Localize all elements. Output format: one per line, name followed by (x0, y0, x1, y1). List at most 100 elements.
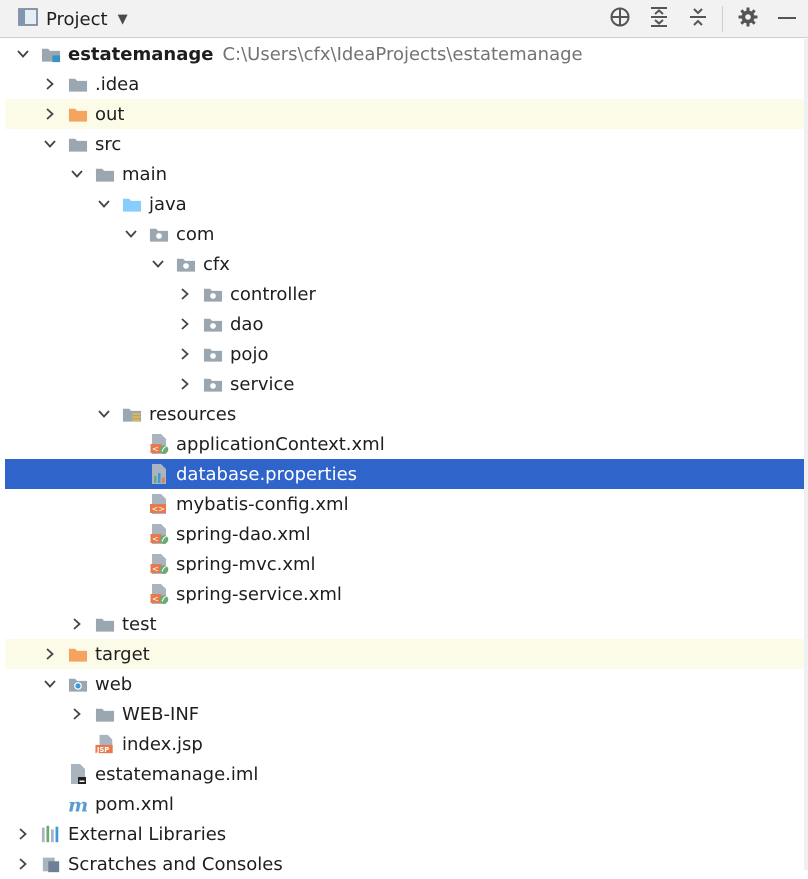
chevron-right-icon[interactable] (177, 309, 193, 339)
locate-icon (609, 6, 631, 33)
tree-row-label: src (95, 133, 122, 155)
tree-row[interactable]: < spring-dao.xml (5, 519, 805, 549)
tree-row-label: main (122, 163, 167, 185)
tree-row-label: com (176, 223, 215, 245)
tree-row[interactable]: database.properties (5, 459, 805, 489)
expand-all-icon (648, 6, 670, 33)
tree-row-label: spring-mvc.xml (176, 553, 316, 575)
tree-row[interactable]: pojo (5, 339, 805, 369)
package-icon (176, 253, 196, 275)
tree-row-label: .idea (95, 73, 140, 95)
chevron-right-icon[interactable] (69, 609, 85, 639)
vertical-scrollbar[interactable] (804, 39, 808, 870)
folder-icon (95, 703, 115, 725)
chevron-down-icon[interactable] (96, 399, 112, 429)
tree-row-label: web (95, 673, 133, 695)
tree-row[interactable]: target (5, 639, 805, 669)
tree-row[interactable]: WEB-INF (5, 699, 805, 729)
chevron-right-icon[interactable] (177, 339, 193, 369)
tree-row[interactable]: estatemanage C:\Users\cfx\IdeaProjects\es… (5, 39, 805, 69)
tree-row[interactable]: test (5, 609, 805, 639)
tree-row[interactable]: main (5, 159, 805, 189)
maven-icon: m (68, 793, 88, 815)
tree-row-label: resources (149, 403, 237, 425)
minimize-icon (776, 6, 798, 33)
module-folder-icon (41, 43, 61, 65)
project-view-selector[interactable]: Project ▼ (18, 5, 128, 33)
tree-row[interactable]: resources (5, 399, 805, 429)
chevron-right-icon[interactable] (42, 639, 58, 669)
tree-row[interactable]: < applicationContext.xml (5, 429, 805, 459)
svg-text:<: < (152, 565, 159, 574)
libraries-icon (41, 823, 61, 845)
chevron-down-icon: ▼ (117, 11, 128, 27)
tree-row[interactable]: java (5, 189, 805, 219)
tree-row[interactable]: cfx (5, 249, 805, 279)
tree-row[interactable]: dao (5, 309, 805, 339)
chevron-right-icon[interactable] (69, 699, 85, 729)
tree-row-label: applicationContext.xml (176, 433, 385, 455)
tree-row-label: Scratches and Consoles (68, 853, 283, 875)
chevron-down-icon[interactable] (123, 219, 139, 249)
chevron-down-icon[interactable] (42, 669, 58, 699)
locate-button[interactable] (608, 7, 632, 31)
chevron-right-icon[interactable] (177, 279, 193, 309)
tree-row[interactable]: controller (5, 279, 805, 309)
tree-row-label: database.properties (176, 463, 358, 485)
chevron-down-icon[interactable] (15, 39, 31, 69)
tree-row[interactable]: m pom.xml (5, 789, 805, 819)
project-view-title: Project (46, 8, 108, 30)
package-icon (149, 223, 169, 245)
tree-row[interactable]: out (5, 99, 805, 129)
chevron-right-icon[interactable] (177, 369, 193, 399)
tree-row-label: dao (230, 313, 264, 335)
chevron-right-icon[interactable] (42, 69, 58, 99)
tree-row-label: pom.xml (95, 793, 174, 815)
tree-row[interactable]: service (5, 369, 805, 399)
properties-file-icon (149, 463, 169, 485)
chevron-down-icon[interactable] (96, 189, 112, 219)
tree-row[interactable]: .idea (5, 69, 805, 99)
tree-row[interactable]: JSP index.jsp (5, 729, 805, 759)
xml-file-icon: <> (149, 493, 169, 515)
tree-row[interactable]: External Libraries (5, 819, 805, 849)
tree-row[interactable]: web (5, 669, 805, 699)
tree-row-label: test (122, 613, 157, 635)
minimize-button[interactable] (775, 7, 799, 31)
tree-row[interactable]: estatemanage.iml (5, 759, 805, 789)
chevron-down-icon[interactable] (69, 159, 85, 189)
tree-row-label: spring-service.xml (176, 583, 342, 605)
svg-text:JSP: JSP (96, 746, 109, 754)
spring-xml-icon: < (149, 433, 169, 455)
tree-row-label: External Libraries (68, 823, 227, 845)
tree-row[interactable]: <> mybatis-config.xml (5, 489, 805, 519)
expand-all-button[interactable] (647, 6, 671, 33)
excluded-folder-icon (68, 103, 88, 125)
chevron-right-icon[interactable] (42, 99, 58, 129)
tree-row-label: cfx (203, 253, 230, 275)
svg-text:<: < (152, 445, 159, 454)
tree-row[interactable]: < spring-service.xml (5, 579, 805, 609)
tree-row-label: estatemanage (68, 43, 214, 65)
tree-row-label: estatemanage.iml (95, 763, 259, 785)
web-folder-icon (68, 673, 88, 695)
chevron-right-icon[interactable] (15, 849, 31, 879)
spring-xml-icon: < (149, 523, 169, 545)
tree-row[interactable]: com (5, 219, 805, 249)
chevron-down-icon[interactable] (150, 249, 166, 279)
folder-icon (68, 133, 88, 155)
collapse-all-button[interactable] (686, 7, 710, 31)
svg-text:<: < (152, 535, 159, 544)
tree-row-label: controller (230, 283, 316, 305)
tree-row[interactable]: < spring-mvc.xml (5, 549, 805, 579)
chevron-right-icon[interactable] (15, 819, 31, 849)
tree-row[interactable]: src (5, 129, 805, 159)
settings-button[interactable] (736, 7, 760, 31)
chevron-down-icon[interactable] (42, 129, 58, 159)
toolbar-separator (722, 6, 723, 32)
tree-row[interactable]: Scratches and Consoles (5, 849, 805, 879)
